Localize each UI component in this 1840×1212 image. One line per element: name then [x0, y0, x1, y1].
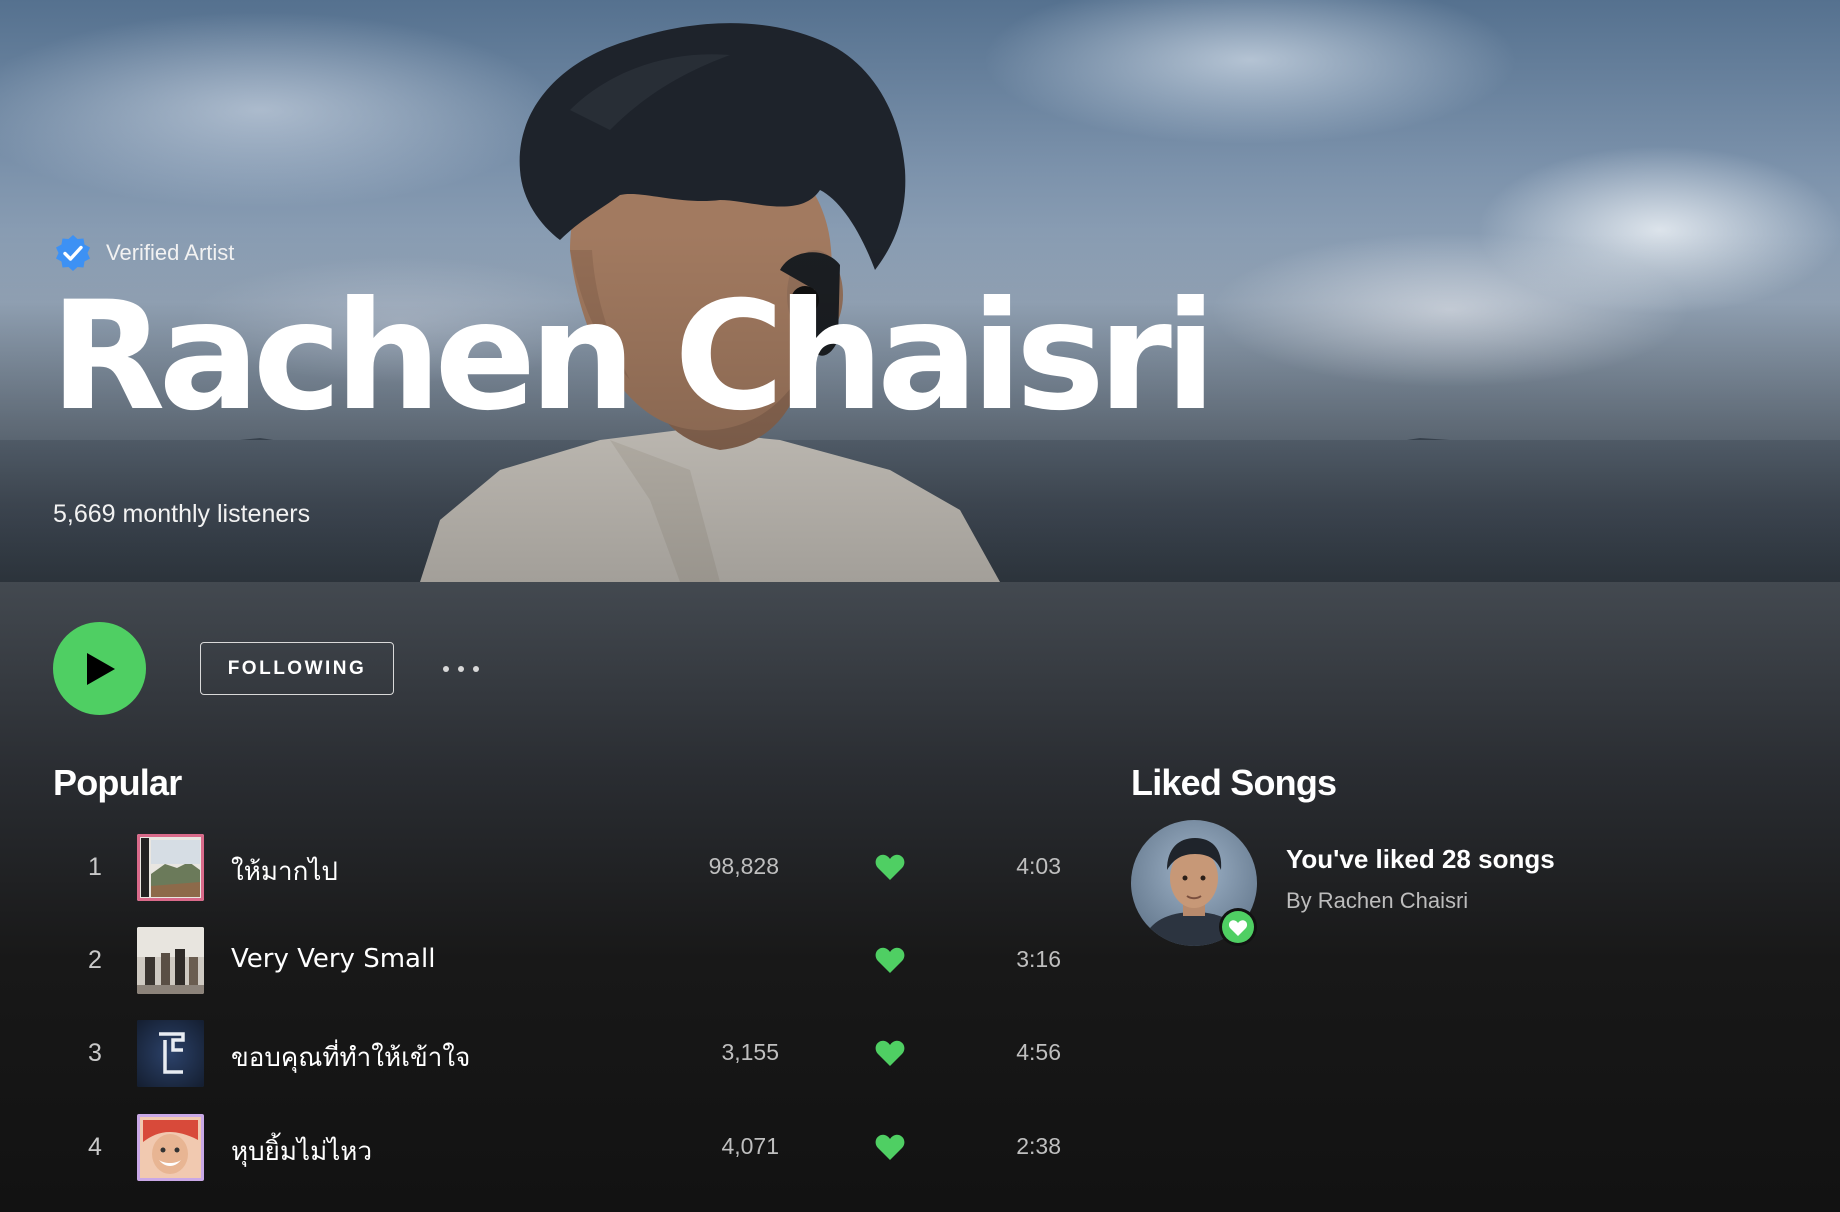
- track-row[interactable]: 2 Very Very Small 3:16: [53, 920, 1061, 1000]
- monthly-listeners: 5,669 monthly listeners: [53, 500, 311, 528]
- verified-badge-icon: [56, 235, 90, 271]
- track-row[interactable]: 1 ให้มากไป 98,828 4:03: [53, 827, 1061, 907]
- liked-songs-byline: By Rachen Chaisri: [1286, 888, 1469, 913]
- play-button[interactable]: [53, 622, 146, 715]
- track-number: 4: [88, 1133, 102, 1161]
- play-icon: [86, 652, 115, 685]
- track-cover: [137, 1020, 204, 1087]
- liked-songs-count: You've liked 28 songs: [1286, 844, 1555, 874]
- heart-icon[interactable]: [875, 853, 905, 881]
- track-cover: [137, 927, 204, 994]
- verified-artist-badge: Verified Artist: [54, 234, 234, 272]
- track-cover: [137, 1114, 204, 1181]
- heart-icon[interactable]: [875, 946, 905, 974]
- track-title[interactable]: ขอบคุณที่ทำให้เข้าใจ: [231, 1037, 470, 1078]
- more-options-icon: [443, 666, 449, 672]
- liked-songs-section-title: Liked Songs: [1131, 762, 1337, 803]
- track-row[interactable]: 4 หุบยิ้มไม่ไหว 4,071 2:38: [53, 1107, 1061, 1187]
- track-title[interactable]: ให้มากไป: [231, 851, 338, 892]
- track-duration: 3:16: [1016, 946, 1061, 972]
- track-title[interactable]: หุบยิ้มไม่ไหว: [231, 1131, 372, 1172]
- track-duration: 2:38: [1016, 1133, 1061, 1159]
- heart-icon[interactable]: [875, 1133, 905, 1161]
- track-title[interactable]: Very Very Small: [231, 944, 435, 974]
- popular-section-title: Popular: [53, 762, 182, 803]
- track-number: 1: [88, 853, 102, 881]
- track-row[interactable]: 3 ขอบคุณที่ทำให้เข้าใจ 3,155 4:56: [53, 1013, 1061, 1093]
- heart-icon[interactable]: [875, 1039, 905, 1067]
- track-number: 3: [88, 1039, 102, 1067]
- artist-name: Rachen Chaisri: [50, 270, 1216, 444]
- artist-avatar: [1131, 820, 1257, 946]
- liked-songs-card[interactable]: You've liked 28 songs By Rachen Chaisri: [1131, 820, 1731, 948]
- track-number: 2: [88, 946, 102, 974]
- track-duration: 4:03: [1016, 853, 1061, 879]
- track-plays: 98,828: [708, 853, 779, 879]
- track-duration: 4:56: [1016, 1039, 1061, 1065]
- following-button[interactable]: FOLLOWING: [200, 642, 394, 695]
- verified-artist-label: Verified Artist: [106, 240, 235, 265]
- track-plays: 4,071: [721, 1133, 779, 1159]
- more-options-button[interactable]: [436, 656, 486, 682]
- track-plays: 3,155: [721, 1039, 779, 1065]
- track-cover: [137, 834, 204, 901]
